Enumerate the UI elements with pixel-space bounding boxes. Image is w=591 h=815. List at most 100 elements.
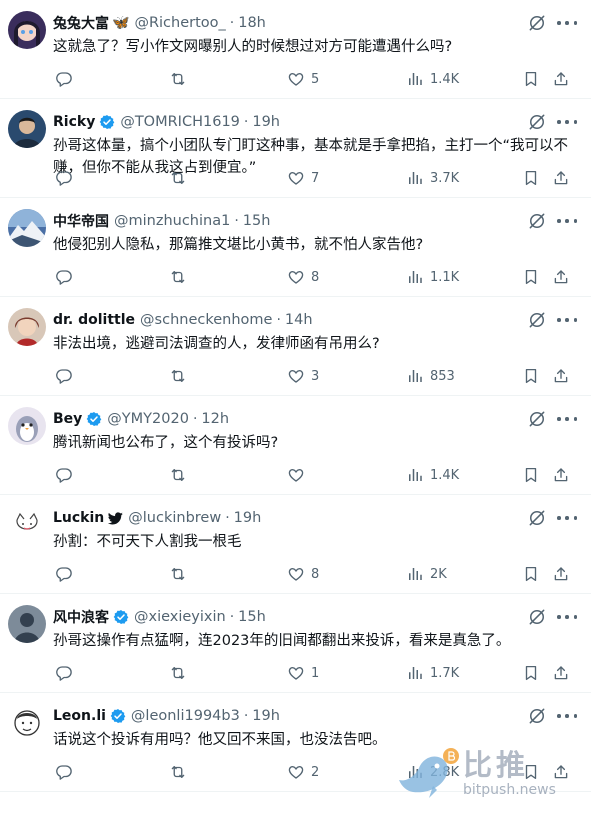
like-button[interactable]: 8 <box>287 563 319 585</box>
timestamp[interactable]: 18h <box>238 15 266 31</box>
user-handle[interactable]: @xiexieyixin <box>134 609 226 625</box>
retweet-button[interactable] <box>169 464 193 486</box>
reply-button[interactable] <box>55 662 79 684</box>
tweet[interactable]: Ricky @TOMRICH1619 · 19h 孙哥这体量，搞个小团队专门盯这… <box>0 99 591 198</box>
display-name[interactable]: Ricky <box>53 114 95 130</box>
tweet[interactable]: 兔兔大富 🦋 @Richertoo_ · 18h 这就急了？写小作文网曝别人的时… <box>0 0 591 99</box>
bookmark-button[interactable] <box>522 464 540 486</box>
timestamp[interactable]: 15h <box>238 609 266 625</box>
tweet[interactable]: dr. dolittle @schneckenhome · 14h 非法出境，逃… <box>0 297 591 396</box>
avatar[interactable] <box>8 605 46 643</box>
like-button[interactable]: 2 <box>287 761 319 783</box>
reply-button[interactable] <box>55 68 79 90</box>
views-button[interactable]: 1.4K <box>406 68 459 90</box>
reply-button[interactable] <box>55 167 79 189</box>
bookmark-button[interactable] <box>522 266 540 288</box>
display-name[interactable]: Luckin <box>53 510 104 526</box>
more-icon[interactable] <box>557 409 577 429</box>
bookmark-button[interactable] <box>522 662 540 684</box>
reply-button[interactable] <box>55 365 79 387</box>
grok-icon[interactable] <box>527 310 547 330</box>
more-icon[interactable] <box>557 508 577 528</box>
retweet-button[interactable] <box>169 761 193 783</box>
timestamp[interactable]: 14h <box>285 312 313 328</box>
reply-button[interactable] <box>55 266 79 288</box>
user-handle[interactable]: @luckinbrew <box>128 510 221 526</box>
user-handle[interactable]: @leonli1994b3 <box>131 708 240 724</box>
bookmark-button[interactable] <box>522 365 540 387</box>
tweet[interactable]: 中华帝国 @minzhuchina1 · 15h 他侵犯别人隐私，那篇推文堪比小… <box>0 198 591 297</box>
like-button[interactable]: 8 <box>287 266 319 288</box>
grok-icon[interactable] <box>527 112 547 132</box>
user-handle[interactable]: @minzhuchina1 <box>114 213 230 229</box>
display-name[interactable]: Bey <box>53 411 82 427</box>
reply-button[interactable] <box>55 464 79 486</box>
share-button[interactable] <box>552 662 570 684</box>
timestamp[interactable]: 19h <box>252 114 280 130</box>
share-button[interactable] <box>552 464 570 486</box>
grok-icon[interactable] <box>527 508 547 528</box>
tweet[interactable]: 风中浪客 @xiexieyixin · 15h 孙哥这操作有点猛啊，连2023年… <box>0 594 591 693</box>
avatar[interactable] <box>8 308 46 346</box>
views-button[interactable]: 853 <box>406 365 455 387</box>
user-handle[interactable]: @schneckenhome <box>140 312 272 328</box>
retweet-button[interactable] <box>169 563 193 585</box>
user-handle[interactable]: @YMY2020 <box>107 411 189 427</box>
retweet-button[interactable] <box>169 68 193 90</box>
display-name[interactable]: Leon.li <box>53 708 106 724</box>
display-name[interactable]: 兔兔大富 <box>53 13 109 33</box>
share-button[interactable] <box>552 167 570 189</box>
bookmark-button[interactable] <box>522 563 540 585</box>
timestamp[interactable]: 12h <box>201 411 229 427</box>
like-button[interactable]: 5 <box>287 68 319 90</box>
more-icon[interactable] <box>557 13 577 33</box>
retweet-button[interactable] <box>169 365 193 387</box>
display-name[interactable]: dr. dolittle <box>53 312 135 328</box>
user-handle[interactable]: @TOMRICH1619 <box>120 114 240 130</box>
share-button[interactable] <box>552 563 570 585</box>
grok-icon[interactable] <box>527 211 547 231</box>
more-icon[interactable] <box>557 112 577 132</box>
avatar[interactable] <box>8 110 46 148</box>
views-button[interactable]: 1.7K <box>406 662 459 684</box>
grok-icon[interactable] <box>527 13 547 33</box>
views-button[interactable]: 1.4K <box>406 464 459 486</box>
retweet-button[interactable] <box>169 167 193 189</box>
share-button[interactable] <box>552 365 570 387</box>
more-icon[interactable] <box>557 607 577 627</box>
grok-icon[interactable] <box>527 706 547 726</box>
tweet[interactable]: Bey @YMY2020 · 12h 腾讯新闻也公布了，这个有投诉吗? 1.4K <box>0 396 591 495</box>
retweet-button[interactable] <box>169 662 193 684</box>
timestamp[interactable]: 15h <box>243 213 271 229</box>
timestamp[interactable]: 19h <box>252 708 280 724</box>
grok-icon[interactable] <box>527 607 547 627</box>
views-button[interactable]: 3.7K <box>406 167 459 189</box>
timestamp[interactable]: 19h <box>234 510 262 526</box>
tweet[interactable]: Luckin @luckinbrew · 19h 孙割：不可天下人割我一根毛 8 <box>0 495 591 594</box>
grok-icon[interactable] <box>527 409 547 429</box>
reply-button[interactable] <box>55 563 79 585</box>
avatar[interactable] <box>8 407 46 445</box>
share-button[interactable] <box>552 68 570 90</box>
user-handle[interactable]: @Richertoo_ <box>134 15 225 31</box>
like-button[interactable] <box>287 464 311 486</box>
display-name[interactable]: 风中浪客 <box>53 607 109 627</box>
more-icon[interactable] <box>557 310 577 330</box>
more-icon[interactable] <box>557 211 577 231</box>
like-button[interactable]: 3 <box>287 365 319 387</box>
bookmark-button[interactable] <box>522 167 540 189</box>
avatar[interactable] <box>8 209 46 247</box>
avatar[interactable] <box>8 11 46 49</box>
display-name[interactable]: 中华帝国 <box>53 211 109 231</box>
avatar[interactable] <box>8 506 46 544</box>
like-button[interactable]: 7 <box>287 167 319 189</box>
bookmark-button[interactable] <box>522 68 540 90</box>
share-button[interactable] <box>552 266 570 288</box>
retweet-button[interactable] <box>169 266 193 288</box>
views-button[interactable]: 2K <box>406 563 447 585</box>
avatar[interactable] <box>8 704 46 742</box>
like-button[interactable]: 1 <box>287 662 319 684</box>
more-icon[interactable] <box>557 706 577 726</box>
reply-button[interactable] <box>55 761 79 783</box>
views-button[interactable]: 1.1K <box>406 266 459 288</box>
